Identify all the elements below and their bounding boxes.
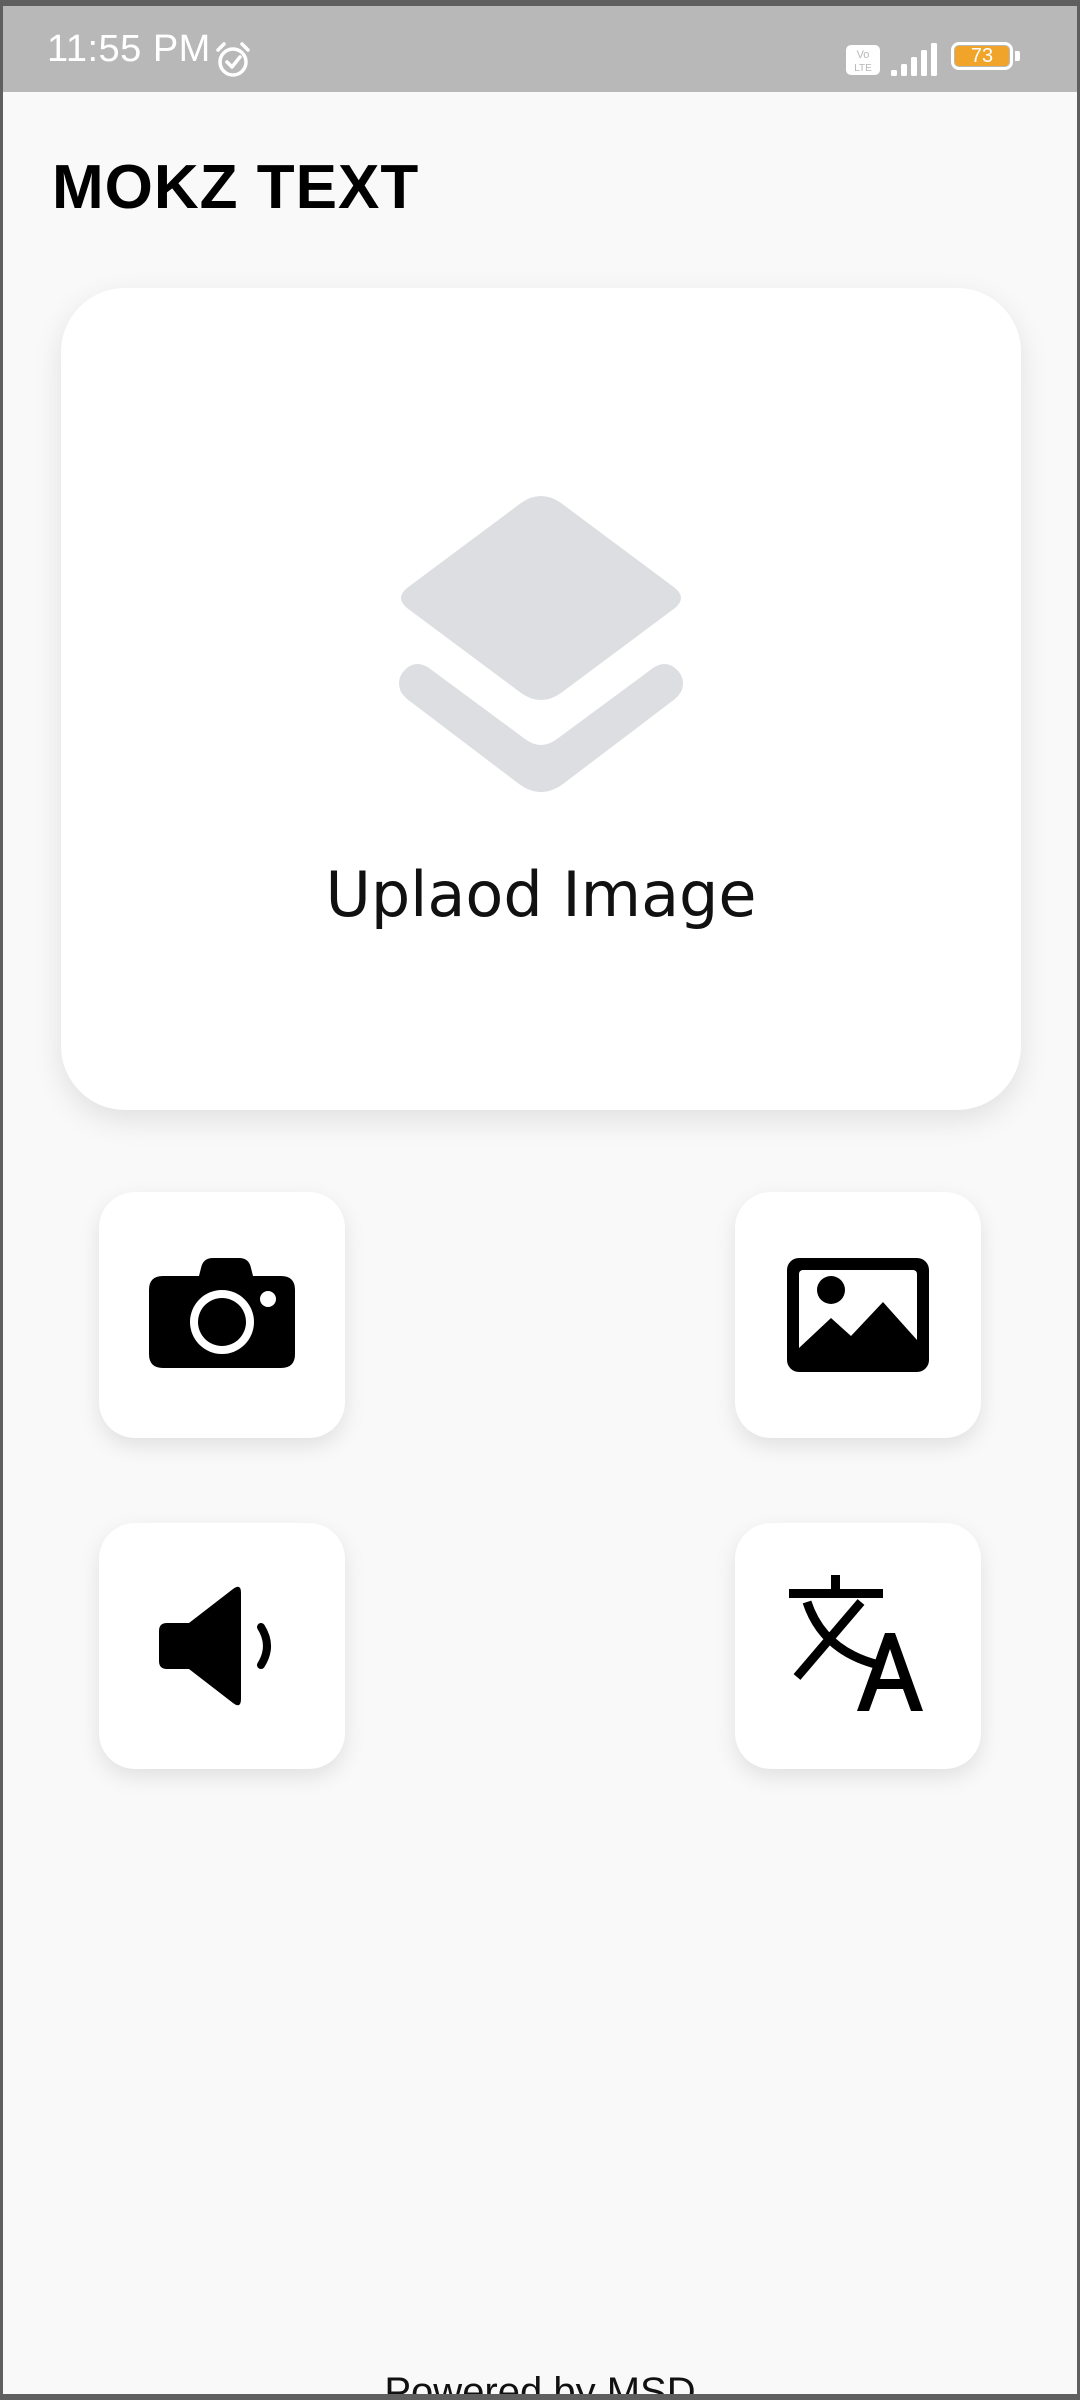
speaker-button[interactable] xyxy=(99,1523,345,1769)
alarm-clock-icon xyxy=(216,42,250,77)
volte-icon: Vo LTE xyxy=(846,45,880,75)
status-bar: 11:55 PM Vo LTE 73 xyxy=(3,6,1077,92)
layers-icon xyxy=(399,496,683,792)
speaker-icon xyxy=(159,1586,271,1706)
svg-text:Vo: Vo xyxy=(857,49,870,61)
upload-image-card[interactable]: Uplaod Image xyxy=(61,288,1021,1110)
battery-icon: 73 xyxy=(951,42,1023,76)
image-icon xyxy=(787,1258,929,1372)
status-time: 11:55 PM xyxy=(47,28,211,70)
app-title: MOKZ TEXT xyxy=(52,153,420,222)
gallery-button[interactable] xyxy=(735,1192,981,1438)
camera-button[interactable] xyxy=(99,1192,345,1438)
app-screen: 11:55 PM Vo LTE 73 MOKZ TEXT Uplaod Imag… xyxy=(3,6,1077,2394)
upload-image-label: Uplaod Image xyxy=(325,858,757,931)
cell-signal-icon xyxy=(891,43,937,76)
translate-icon xyxy=(789,1575,923,1711)
translate-button[interactable] xyxy=(735,1523,981,1769)
camera-icon xyxy=(149,1258,295,1368)
battery-level: 73 xyxy=(970,45,994,67)
footer-text: Powered by MSD xyxy=(384,2370,696,2394)
svg-text:LTE: LTE xyxy=(854,63,872,74)
